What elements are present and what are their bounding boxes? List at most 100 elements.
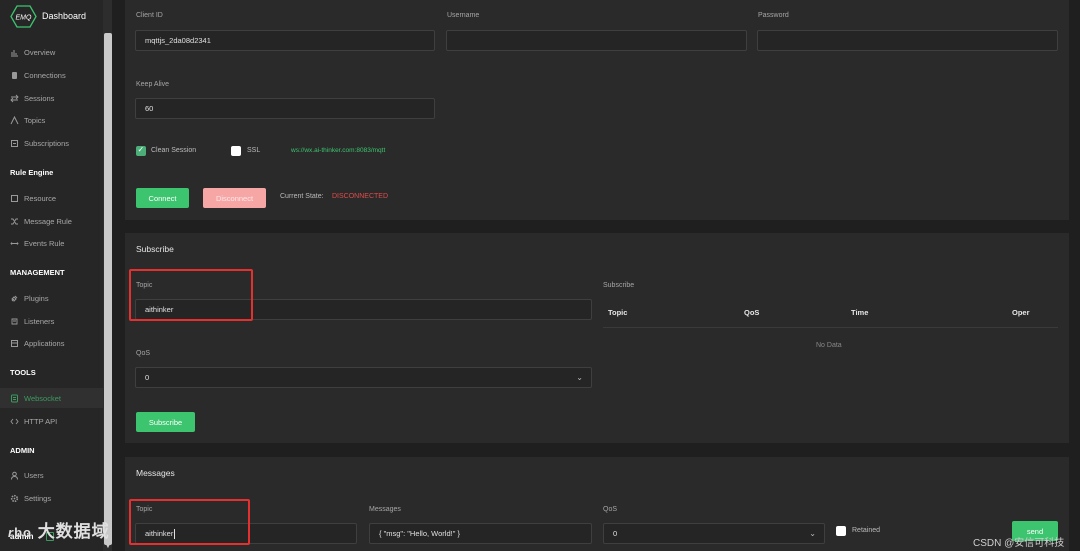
chevron-down-icon: ⌄ (809, 529, 816, 538)
topic-icon (10, 115, 19, 125)
chevron-down-icon: ⌄ (576, 373, 583, 382)
sidebar-item-users[interactable]: Users (0, 465, 103, 485)
sidebar-item-label: HTTP API (24, 416, 58, 426)
scroll-down-arrow-icon[interactable]: ▼ (104, 543, 112, 551)
clean-session-label: Clean Session (151, 147, 197, 154)
clean-session-checkbox[interactable] (136, 145, 146, 156)
sidebar-item-label: Subscriptions (24, 138, 70, 148)
publish-qos-label: QoS (603, 506, 618, 513)
subscribe-qos-select[interactable]: 0 ⌄ (135, 367, 592, 388)
sidebar-scrollbar-thumb[interactable] (104, 33, 112, 545)
subscribe-card: Subscribe Topic aithinker QoS 0 ⌄ Subscr… (125, 233, 1069, 443)
sidebar-item-subscriptions[interactable]: Subscriptions (0, 133, 103, 153)
sidebar-item-label: Topics (24, 115, 46, 125)
sidebar-item-overview[interactable]: Overview (0, 42, 103, 62)
column-time: Time (851, 308, 869, 317)
main-content: Client ID mqttjs_2da08d2341 Username Pas… (112, 0, 1080, 551)
user-icon (10, 471, 19, 480)
retained-checkbox[interactable] (836, 526, 846, 536)
shuffle-icon (10, 217, 19, 226)
sidebar-item-topics[interactable]: Topics (0, 110, 103, 130)
connection-state-value: DISCONNECTED (332, 193, 389, 200)
sidebar-item-plugins[interactable]: Plugins (0, 288, 103, 308)
highlight-box-subscribe-topic (129, 269, 253, 321)
sidebar-item-websocket[interactable]: Websocket (0, 388, 103, 408)
bar-chart-icon (10, 48, 19, 57)
swap-icon (10, 94, 19, 103)
sidebar-item-events-rule[interactable]: Events Rule (0, 233, 103, 253)
column-qos: QoS (744, 308, 760, 317)
sidebar-item-settings[interactable]: Settings (0, 488, 103, 508)
sidebar-item-label: Connections (24, 70, 66, 80)
publish-qos-select[interactable]: 0 ⌄ (603, 523, 825, 544)
sidebar-item-label: Listeners (24, 316, 55, 326)
sidebar-item-http-api[interactable]: HTTP API (0, 411, 103, 431)
connection-card: Client ID mqttjs_2da08d2341 Username Pas… (125, 0, 1069, 220)
client-id-input[interactable]: mqttjs_2da08d2341 (135, 30, 435, 51)
column-oper: Oper (1012, 308, 1030, 317)
sidebar-item-sessions[interactable]: Sessions (0, 88, 103, 108)
subscribe-qos-label: QoS (136, 350, 151, 357)
events-icon (10, 239, 19, 248)
section-tools: TOOLS (10, 368, 36, 377)
sidebar-item-label: Users (24, 470, 44, 480)
connect-button[interactable]: Connect (136, 188, 189, 208)
keepalive-input[interactable]: 60 (135, 98, 435, 119)
sidebar-item-label: Resource (24, 193, 57, 203)
list-icon (10, 139, 19, 148)
ssl-label: SSL (247, 147, 261, 154)
sidebar-item-label: Applications (24, 338, 65, 348)
sidebar-item-listeners[interactable]: Listeners (0, 311, 103, 331)
highlight-box-publish-topic (129, 499, 250, 545)
websocket-icon (10, 394, 19, 403)
disconnect-button[interactable]: Disconnect (203, 188, 266, 208)
messages-title: Messages (136, 468, 175, 478)
gear-icon (10, 494, 19, 503)
username-input[interactable] (446, 30, 747, 51)
listener-icon (10, 317, 19, 326)
watermark-logo: rbo 大数据域 (8, 522, 110, 541)
section-management: MANAGEMENT (10, 268, 65, 277)
sidebar-item-label: Sessions (24, 93, 55, 103)
sidebar-item-label: Message Rule (24, 216, 72, 226)
sidebar-item-label: Plugins (24, 293, 49, 303)
message-body-label: Messages (369, 506, 401, 513)
svg-text:EMQ: EMQ (16, 15, 33, 22)
sidebar-item-label: Settings (24, 493, 52, 503)
current-state-label: Current State: (280, 193, 324, 200)
subscribe-qos-value: 0 (145, 373, 150, 382)
sidebar-item-applications[interactable]: Applications (0, 333, 103, 353)
database-icon (10, 71, 19, 80)
subscribe-button[interactable]: Subscribe (136, 412, 195, 432)
messages-card: Messages Topic aithinker Messages { "msg… (125, 457, 1069, 551)
sidebar-item-label: Events Rule (24, 238, 65, 248)
app-icon (10, 339, 19, 348)
sidebar-item-resource[interactable]: Resource (0, 188, 103, 208)
empty-table-text: No Data (816, 342, 842, 349)
message-body-input[interactable]: { "msg": "Hello, World!" } (369, 523, 592, 544)
sidebar-item-connections[interactable]: Connections (0, 65, 103, 85)
publish-qos-value: 0 (613, 529, 618, 538)
password-input[interactable] (757, 30, 1058, 51)
keepalive-label: Keep Alive (136, 81, 170, 88)
subscribe-title: Subscribe (136, 244, 174, 254)
watermark-csdn: CSDN @安信可科技 (973, 538, 1065, 549)
ssl-checkbox[interactable] (231, 146, 241, 156)
emq-logo-icon[interactable]: EMQ (10, 5, 37, 28)
section-admin: ADMIN (10, 446, 35, 455)
retained-label: Retained (852, 527, 881, 534)
username-label: Username (447, 12, 480, 19)
subscription-list-title: Subscribe (603, 282, 635, 289)
sidebar: EMQ Dashboard Overview Connections Sessi… (0, 0, 112, 551)
resource-icon (10, 194, 19, 203)
dashboard-title: Dashboard (42, 11, 87, 21)
section-rule-engine: Rule Engine (10, 168, 54, 177)
client-id-label: Client ID (136, 12, 163, 19)
watermark-logo-text: 大数据域 (37, 522, 110, 541)
sidebar-item-label: Websocket (24, 393, 61, 403)
table-divider (603, 327, 1058, 328)
code-icon (10, 417, 19, 426)
sidebar-item-message-rule[interactable]: Message Rule (0, 211, 103, 231)
sidebar-item-label: Overview (24, 47, 56, 57)
broker-url: ws://wx.ai-thinker.com:8083/mqtt (291, 147, 386, 154)
